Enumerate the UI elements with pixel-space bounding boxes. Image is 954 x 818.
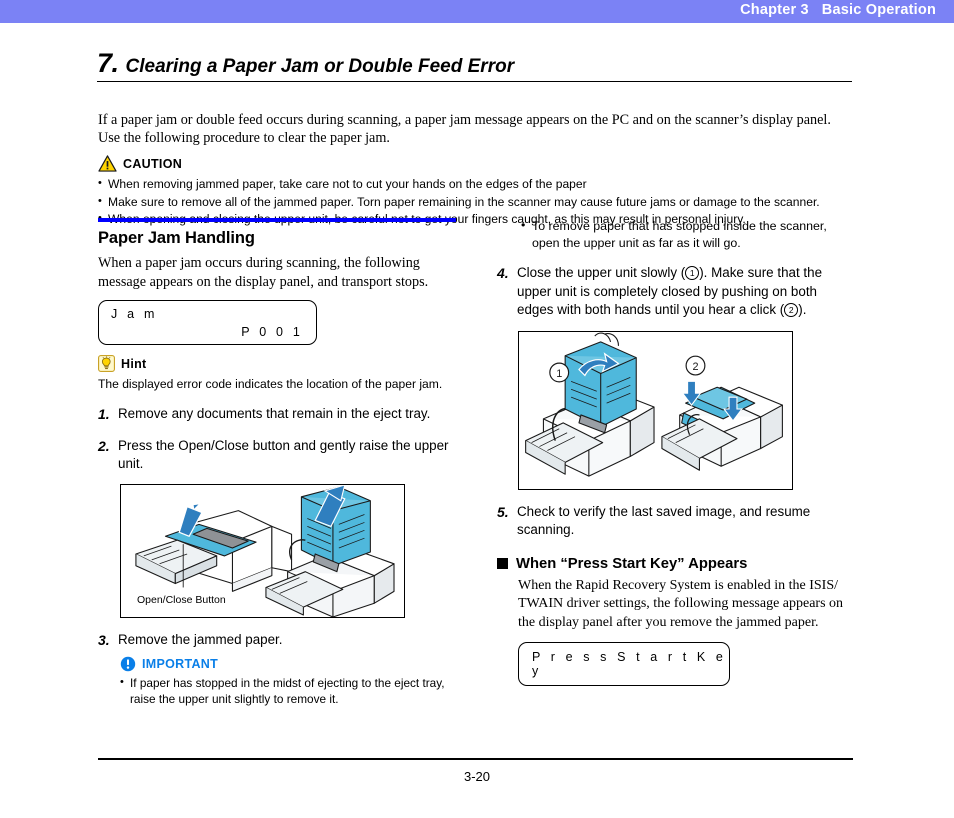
lcd-display-press-start-key: P r e s s S t a r t K e y [518,642,730,686]
header-chapter-number: Chapter 3 [740,2,809,18]
important-label: IMPORTANT [142,657,219,671]
page-content: 7. Clearing a Paper Jam or Double Feed E… [0,23,954,818]
hint-notice: Hint The displayed error code indicates … [98,355,458,392]
step-text: Press the Open/Close button and gently r… [118,437,449,472]
step-number: 4. [497,265,509,281]
hint-header: Hint [98,355,458,372]
lcd-line-jam: J a m [111,307,158,321]
section-title: Clearing a Paper Jam or Double Feed Erro… [125,56,515,77]
step-4: 4. Close the upper unit slowly (1). Make… [497,264,857,320]
subsection-accent-rule [98,218,456,222]
section-number: 7. [97,48,119,78]
step-3: 3. Remove the jammed paper. [98,631,458,650]
caution-header: CAUTION [98,155,858,172]
step-number: 3. [98,631,110,648]
important-item-list: If paper has stopped in the midst of eje… [120,675,458,707]
header-chapter-label: Chapter 3 Basic Operation [740,2,936,18]
footer-divider [98,758,853,760]
step-text: Close the upper unit slowly (1). Make su… [517,264,857,320]
figure-mark-1: 1 [549,362,570,382]
page-header-bar: Chapter 3 Basic Operation [0,0,954,23]
circled-number-2: 2 [784,303,799,317]
right-column-bullet: To remove paper that has stopped inside … [519,217,857,251]
step-number: 1. [98,406,110,422]
important-notice: IMPORTANT If paper has stopped in the mi… [120,656,458,707]
scanner-illustration-right: 1 2 [525,332,783,477]
step-number: 2. [98,437,110,454]
step-2: 2. Press the Open/Close button and gentl… [98,437,458,474]
circled-number-1: 1 [685,266,700,280]
step-number: 5. [497,503,509,520]
important-header: IMPORTANT [120,656,458,672]
right-column: To remove paper that has stopped inside … [497,217,857,686]
subheading-paragraph: When the Rapid Recovery System is enable… [518,577,844,630]
subheading-press-start-key: When “Press Start Key” Appears [497,556,857,572]
footer-page-number: 3-20 [463,769,491,784]
caution-label: CAUTION [123,156,183,171]
square-bullet-icon [497,558,508,569]
svg-text:1: 1 [556,367,562,379]
lcd-line-press-start: P r e s s S t a r t K e y [532,650,727,678]
section-divider [97,81,852,82]
lcd-display-jam: J a m P 0 0 1 [98,300,317,345]
subsection-title: Paper Jam Handling [98,229,255,247]
svg-text:2: 2 [692,361,698,373]
header-chapter-title: Basic Operation [821,2,936,18]
hint-label: Hint [121,356,147,371]
step-text: Remove the jammed paper. [118,631,283,647]
warning-triangle-icon [98,155,117,172]
list-item: If paper has stopped in the midst of eje… [120,675,458,707]
step-text: Remove any documents that remain in the … [118,406,431,421]
figure-mark-2: 2 [685,355,706,376]
exclamation-circle-icon [120,656,136,672]
step-text: Check to verify the last saved image, an… [517,503,811,538]
subsection-intro-paragraph: When a paper jam occurs during scanning,… [98,255,429,290]
step4-part3: ). [798,302,807,317]
hint-text: The displayed error code indicates the l… [98,377,443,391]
lightbulb-icon [98,355,115,372]
step-1: 1. Remove any documents that remain in t… [98,405,458,424]
lcd-line-errorcode: P 0 0 1 [241,325,303,339]
left-column: Paper Jam Handling When a paper jam occu… [98,218,458,708]
list-item: Make sure to remove all of the jammed pa… [98,193,858,211]
section-heading: 7. Clearing a Paper Jam or Double Feed E… [97,50,852,82]
step-5: 5. Check to verify the last saved image,… [497,503,857,540]
figure-scanner-open-close: Open/Close Button [120,483,405,618]
section-intro-paragraph: If a paper jam or double feed occurs dur… [98,112,831,146]
lcd-wrapper: P r e s s S t a r t K e y [518,642,857,686]
figure-caption-open-close-button: Open/Close Button [137,593,226,606]
figure-closing-upper-unit: 1 2 [518,330,793,490]
list-item: When removing jammed paper, take care no… [98,175,858,193]
subheading-title: When “Press Start Key” Appears [516,555,748,572]
step4-part1: Close the upper unit slowly ( [517,265,686,280]
